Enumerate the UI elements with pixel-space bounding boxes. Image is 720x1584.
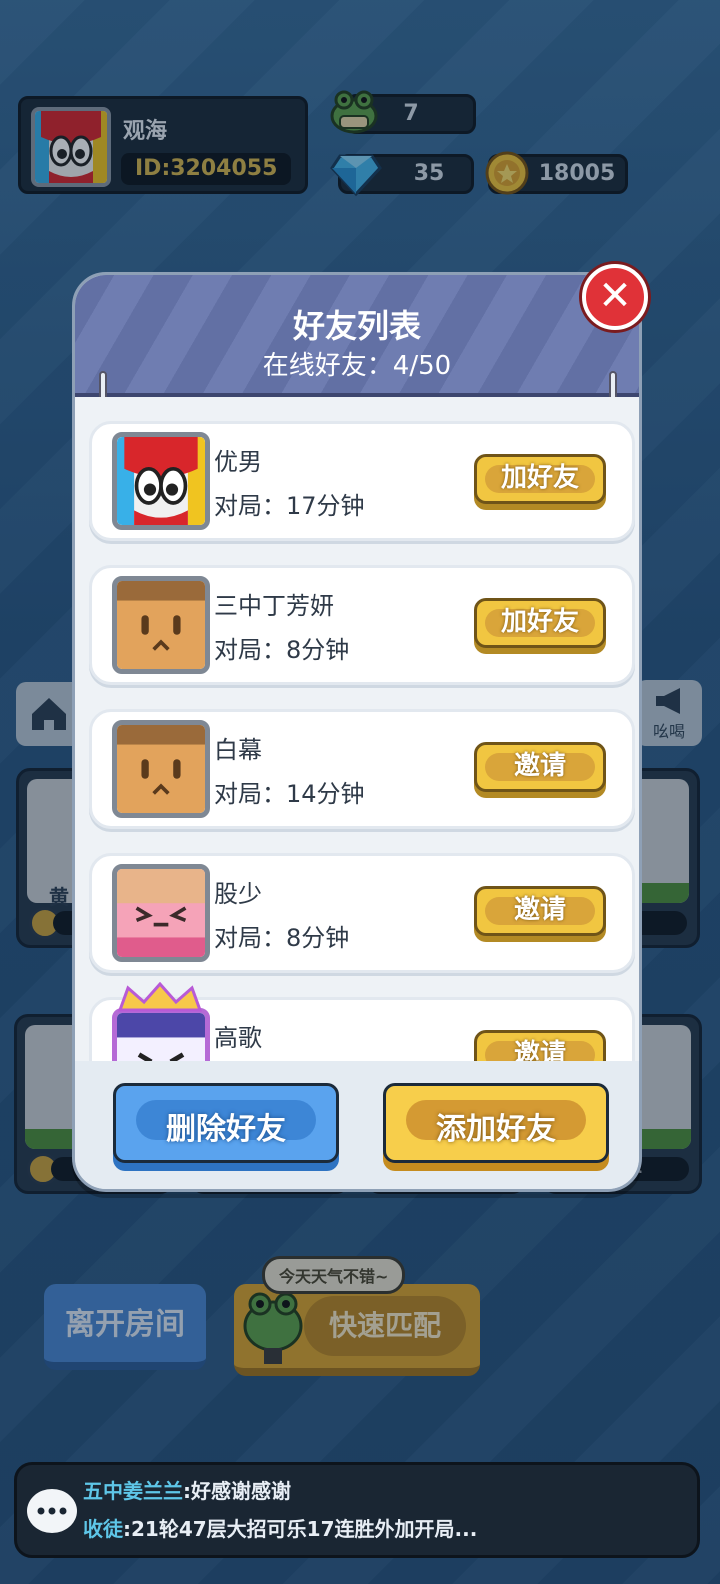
add-friend-label: 加好友 (500, 463, 579, 493)
chat-message: 收徒:21轮47层大招可乐17连胜外加开局... (83, 1513, 477, 1542)
friend-avatar[interactable] (112, 1008, 210, 1061)
friend-name: 高歌 (214, 1024, 262, 1052)
invite-label: 邀请 (513, 751, 566, 781)
chat-bar[interactable]: 五中姜兰兰:好感谢感谢 收徒:21轮47层大招可乐17连胜外加开局... (14, 1462, 700, 1558)
friend-avatar[interactable] (112, 576, 210, 674)
friend-row[interactable]: 股少 对局：8分钟 邀请 (89, 853, 635, 973)
chat-bubble-icon (27, 1489, 77, 1533)
add-friend-main-button[interactable]: 添加好友 (383, 1083, 609, 1163)
friend-avatar[interactable] (112, 864, 210, 962)
invite-label: 邀请 (513, 895, 566, 925)
friend-game-time: 对局：14分钟 (214, 780, 365, 808)
pink-face-icon (117, 869, 205, 957)
friend-list[interactable]: 优男 对局：17分钟 加好友 三中丁芳妍 对局：8分钟 加好友 白幕 对局：14… (75, 397, 639, 1061)
online-friends-count: 在线好友：4/50 (262, 351, 452, 381)
friend-row[interactable]: 优男 对局：17分钟 加好友 (89, 421, 635, 541)
delete-friend-label: 删除好友 (166, 1112, 286, 1147)
friend-row[interactable]: 白幕 对局：14分钟 邀请 (89, 709, 635, 829)
friend-row[interactable]: 三中丁芳妍 对局：8分钟 加好友 (89, 565, 635, 685)
red-hood-face-icon (117, 437, 205, 525)
chat-sender: 收徒 (83, 1517, 123, 1541)
box-face-icon (117, 725, 205, 813)
friend-game-time: 对局：8分钟 (214, 924, 350, 952)
friend-game-time: 对局：17分钟 (214, 492, 365, 520)
invite-button[interactable]: 邀请 (474, 1030, 606, 1061)
modal-header: 好友列表 在线好友：4/50 (75, 275, 639, 397)
chat-text: :21轮47层大招可乐17连胜外加开局... (123, 1517, 478, 1541)
delete-friend-button[interactable]: 删除好友 (113, 1083, 339, 1163)
add-friend-label: 加好友 (500, 607, 579, 637)
friend-avatar[interactable] (112, 432, 210, 530)
chat-message: 五中姜兰兰:好感谢感谢 (83, 1475, 291, 1504)
add-friend-button[interactable]: 加好友 (474, 454, 606, 504)
friend-avatar[interactable] (112, 720, 210, 818)
invite-label: 邀请 (513, 1039, 566, 1061)
friend-name: 优男 (214, 448, 262, 476)
invite-button[interactable]: 邀请 (474, 886, 606, 936)
close-icon: ✕ (598, 273, 632, 319)
chat-sender: 五中姜兰兰 (83, 1479, 183, 1503)
friend-name: 白幕 (214, 736, 262, 764)
invite-button[interactable]: 邀请 (474, 742, 606, 792)
crown-icon (117, 982, 203, 1012)
modal-title: 好友列表 (292, 307, 421, 345)
friend-list-modal: 好友列表 在线好友：4/50 优男 对局：17分钟 加好友 三中丁芳妍 对局：8… (72, 272, 642, 1192)
add-friend-button[interactable]: 加好友 (474, 598, 606, 648)
friend-row[interactable]: 高歌 邀请 (89, 982, 635, 1061)
friend-game-time: 对局：8分钟 (214, 636, 350, 664)
modal-footer: 删除好友 添加好友 (75, 1061, 639, 1189)
close-button[interactable]: ✕ (582, 264, 648, 330)
box-face-icon (117, 581, 205, 669)
friend-name: 股少 (214, 880, 262, 908)
chat-text: :好感谢感谢 (183, 1479, 291, 1503)
friend-name: 三中丁芳妍 (214, 592, 334, 620)
crowned-face-icon (117, 1013, 205, 1061)
add-friend-main-label: 添加好友 (436, 1112, 556, 1147)
